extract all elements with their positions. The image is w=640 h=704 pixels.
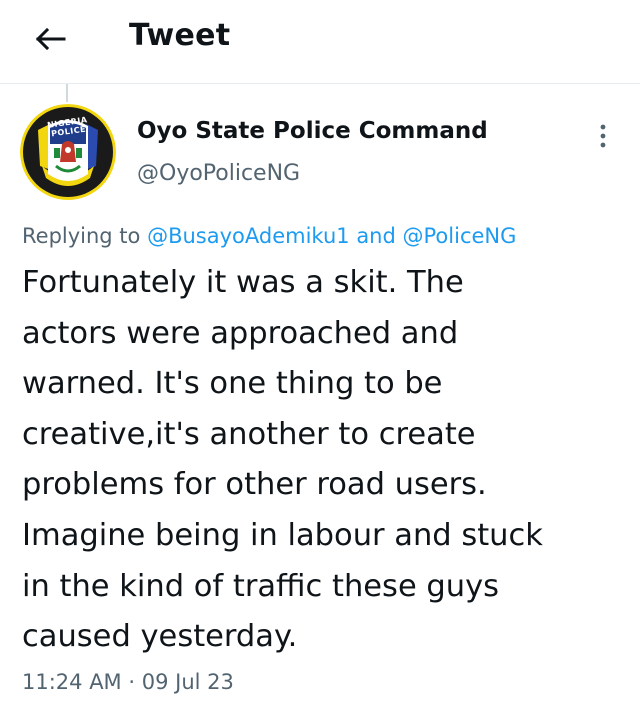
back-button[interactable] (30, 22, 70, 56)
mention-conjunction: and (356, 224, 396, 248)
tweet-time[interactable]: 11:24 AM (22, 670, 122, 694)
author-display-name[interactable]: Oyo State Police Command (137, 118, 488, 144)
replying-to-line: Replying to @BusayoAdemiku1 and @PoliceN… (22, 224, 516, 248)
more-options-button[interactable] (588, 118, 618, 154)
thread-connector-line (66, 84, 68, 102)
mention-link[interactable]: @BusayoAdemiku1 (147, 224, 350, 248)
arrow-left-icon (35, 27, 66, 51)
timestamp-separator: · (128, 670, 136, 694)
avatar[interactable]: NIGERIA POLICE (20, 104, 116, 200)
author-handle[interactable]: @OyoPoliceNG (137, 161, 300, 186)
page-title: Tweet (129, 18, 231, 53)
tweet-date[interactable]: 09 Jul 23 (142, 670, 234, 694)
mention-link[interactable]: @PoliceNG (403, 224, 517, 248)
more-vertical-icon (600, 124, 606, 148)
top-bar: Tweet (0, 0, 640, 84)
tweet-text: Fortunately it was a skit. The actors we… (22, 265, 543, 655)
replying-to-prefix: Replying to (22, 224, 141, 248)
tweet-timestamp: 11:24 AM · 09 Jul 23 (22, 670, 234, 694)
